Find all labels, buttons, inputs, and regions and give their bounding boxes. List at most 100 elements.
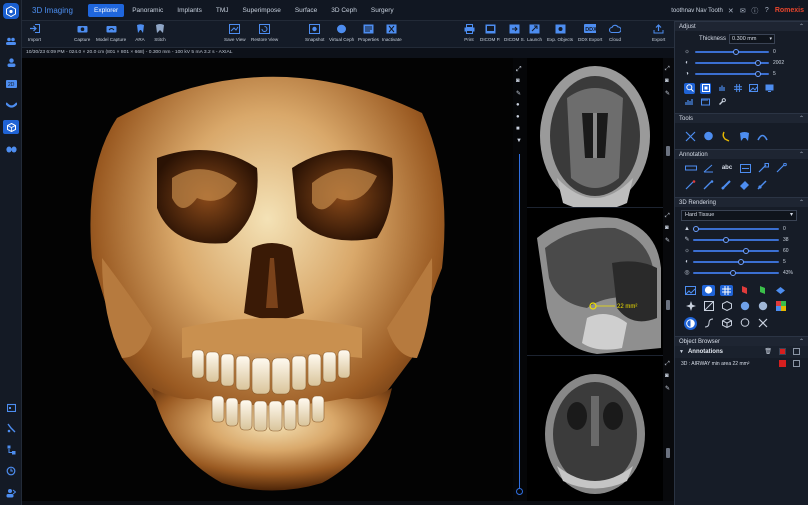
measure-line-icon[interactable] xyxy=(684,163,697,174)
grid-icon[interactable] xyxy=(732,83,743,94)
export-objects-button[interactable]: Exp. Objects xyxy=(547,23,573,42)
monitor-icon[interactable] xyxy=(764,83,775,94)
expand-icon[interactable]: ⤢ xyxy=(516,66,522,74)
patients-icon[interactable] xyxy=(3,34,19,48)
ruler-icon[interactable] xyxy=(720,180,733,191)
save-view-button[interactable]: Save View xyxy=(224,23,246,42)
pen-draw-icon[interactable] xyxy=(702,180,715,191)
camera-sagittal-icon[interactable]: ◙ xyxy=(665,225,669,231)
star-render-icon[interactable] xyxy=(684,301,697,312)
trash-icon[interactable]: 🗑 xyxy=(764,348,772,355)
zoom-icon[interactable] xyxy=(684,82,695,94)
quality-slider[interactable] xyxy=(693,268,779,278)
cloud-button[interactable]: Cloud xyxy=(609,23,621,42)
image-icon[interactable] xyxy=(748,83,759,94)
cube-icon[interactable] xyxy=(720,301,733,312)
annotations-group-row[interactable]: ▼ Annotations 🗑 xyxy=(675,346,808,358)
model-icon[interactable] xyxy=(3,142,19,156)
camera-axial-icon[interactable]: ◙ xyxy=(665,373,669,379)
ruler-table-icon[interactable] xyxy=(700,97,711,108)
capture-button[interactable]: Capture xyxy=(74,23,90,42)
arch-tool-icon[interactable] xyxy=(756,130,769,143)
head-profile-icon[interactable] xyxy=(738,301,751,312)
2d-icon[interactable]: 2D xyxy=(3,77,19,91)
brightness-slider[interactable] xyxy=(695,47,769,57)
dicom-print-button[interactable]: DICOM P. xyxy=(480,23,500,42)
export-user-icon[interactable] xyxy=(3,486,19,500)
contrast-slider[interactable] xyxy=(695,58,769,68)
render-preset-select[interactable]: Hard Tissue ▾ xyxy=(681,209,797,221)
ara-button[interactable]: ARA xyxy=(134,23,146,42)
flow-icon[interactable] xyxy=(3,443,19,457)
properties-button[interactable]: Properties xyxy=(358,23,379,42)
ddx-export-button[interactable]: DDX DDX Export xyxy=(578,23,602,42)
wrench-icon[interactable] xyxy=(716,97,727,108)
expand-coronal-icon[interactable]: ⤢ xyxy=(665,66,670,73)
contrast-toggle-icon[interactable] xyxy=(684,316,697,330)
user-name[interactable]: toothnav Nav Tooth xyxy=(671,8,723,14)
cube-edit-icon[interactable] xyxy=(720,318,733,329)
threshold-slider[interactable] xyxy=(693,224,779,234)
print-button[interactable]: Print xyxy=(463,23,475,42)
slice-plane-icon[interactable] xyxy=(702,301,715,312)
wrench-axial-icon[interactable]: ✎ xyxy=(665,385,670,392)
item-color-swatch[interactable] xyxy=(779,360,786,367)
label-icon[interactable] xyxy=(739,163,752,174)
annotation-header[interactable]: Annotation ⌃ xyxy=(675,149,808,159)
blue-plane-icon[interactable] xyxy=(774,285,787,296)
coronal-scroll-handle[interactable] xyxy=(666,146,670,156)
tab-surface[interactable]: Surface xyxy=(289,4,323,17)
snapshot-button[interactable]: Snapshot xyxy=(305,23,324,42)
inactivate-button[interactable]: Inactivate xyxy=(382,23,402,42)
tab-3d-ceph[interactable]: 3D Ceph xyxy=(325,4,363,17)
export-button[interactable]: Export xyxy=(652,23,665,42)
dicom-send-button[interactable]: DICOM S. xyxy=(504,23,525,42)
restore-view-button[interactable]: Restore View xyxy=(251,23,278,42)
panoramic-icon[interactable] xyxy=(3,98,19,112)
calendar-icon[interactable] xyxy=(3,400,19,414)
3d-imaging-icon[interactable] xyxy=(3,120,19,134)
pen-icon[interactable] xyxy=(775,163,788,174)
tab-panoramic[interactable]: Panoramic xyxy=(126,4,169,17)
sagittal-scroll-handle[interactable] xyxy=(666,300,670,310)
airway-annotation-row[interactable]: 3D : AIRWAY min area 22 mm² xyxy=(675,358,808,370)
crosshair-render-icon[interactable] xyxy=(720,284,733,296)
eraser-icon[interactable] xyxy=(738,180,751,191)
tab-explorer[interactable]: Explorer xyxy=(88,3,125,17)
tools-header[interactable]: Tools ⌃ xyxy=(675,113,808,123)
tooth-tool-icon[interactable] xyxy=(738,130,751,143)
tab-implants[interactable]: Implants xyxy=(171,4,208,17)
mail-icon[interactable]: ✉ xyxy=(739,7,747,15)
head-icon[interactable]: ● xyxy=(516,102,520,108)
tab-superimpose[interactable]: Superimpose xyxy=(237,4,287,17)
info-icon[interactable]: ⓘ xyxy=(751,6,759,16)
app-logo-icon[interactable] xyxy=(3,3,19,19)
red-line-icon[interactable] xyxy=(684,180,697,191)
sagittal-slice-view[interactable]: 22 mm² xyxy=(527,208,663,356)
clip-slider-handle[interactable] xyxy=(516,488,523,495)
red-plane-icon[interactable] xyxy=(738,285,751,296)
tooth-view-icon[interactable]: ▼ xyxy=(516,138,522,144)
launch-button[interactable]: Launch xyxy=(527,23,542,42)
group-visibility-checkbox[interactable] xyxy=(793,348,800,355)
airway-tool-icon[interactable] xyxy=(720,130,733,143)
axial-scroll-handle[interactable] xyxy=(666,448,670,458)
nerve-tool-icon[interactable] xyxy=(684,130,697,143)
head-tool-icon[interactable] xyxy=(702,130,715,143)
gamma-slider[interactable] xyxy=(695,69,769,79)
tab-surgery[interactable]: Surgery xyxy=(365,4,400,17)
text-annotation-button[interactable]: abc xyxy=(720,163,734,174)
opacity-slider[interactable] xyxy=(693,235,779,245)
camera-coronal-icon[interactable]: ◙ xyxy=(665,78,669,84)
histogram-icon[interactable] xyxy=(684,97,695,108)
curve-icon[interactable] xyxy=(702,318,715,329)
expand-sagittal-icon[interactable]: ⤢ xyxy=(665,213,670,220)
tooth-tool-icon[interactable] xyxy=(3,421,19,435)
pan-hand-icon[interactable] xyxy=(716,83,727,94)
3d-rendering-header[interactable]: 3D Rendering ⌃ xyxy=(675,197,808,207)
expand-triangle-icon[interactable]: ▼ xyxy=(679,349,684,355)
object-browser-header[interactable]: Object Browser ⌃ xyxy=(675,336,808,346)
color-palette-icon[interactable] xyxy=(774,301,787,312)
fit-view-icon[interactable] xyxy=(700,82,711,94)
freehand-icon[interactable] xyxy=(756,180,769,191)
